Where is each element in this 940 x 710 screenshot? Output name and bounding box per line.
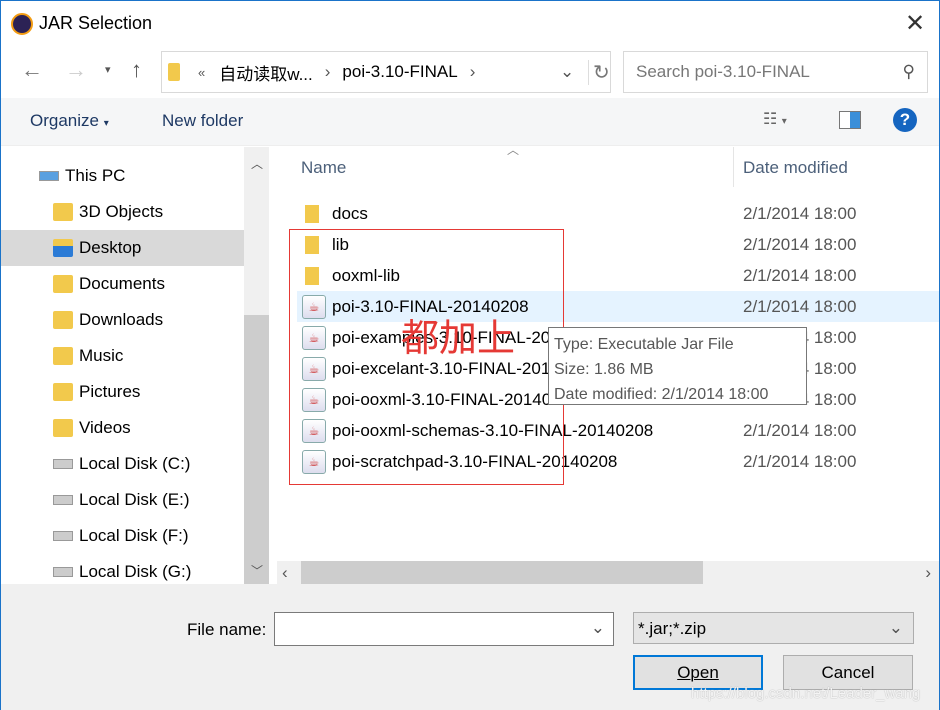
sidebar-item[interactable]: Local Disk (F:) [1, 518, 244, 554]
sidebar-item-label: Music [79, 346, 124, 365]
search-input[interactable]: Search poi-3.10-FINAL ⚲ [623, 51, 928, 93]
sidebar-item-label: Videos [79, 418, 131, 437]
pc-icon [39, 171, 59, 181]
up-button[interactable]: ↑ [131, 57, 142, 83]
sidebar-item[interactable]: Documents [1, 266, 244, 302]
new-folder-button[interactable]: New folder [162, 111, 243, 131]
sidebar-item-label: Local Disk (E:) [79, 490, 190, 509]
forward-button[interactable]: → [65, 57, 87, 83]
overflow-crumb[interactable]: « [198, 65, 205, 80]
watermark: https://blog.csdn.net/Leader_wang [691, 685, 921, 702]
column-header-name[interactable]: Name [301, 158, 346, 178]
sidebar-item-label: Pictures [79, 382, 141, 401]
disk-icon [53, 459, 73, 469]
file-date: 2/1/2014 18:00 [743, 203, 857, 223]
folder-icon [53, 203, 73, 221]
file-date: 2/1/2014 18:00 [743, 265, 857, 285]
folder-icon [53, 311, 73, 329]
file-tooltip: Type: Executable Jar File Size: 1.86 MB Da… [548, 327, 807, 405]
window-title: JAR Selection [39, 13, 153, 33]
organize-button[interactable]: Organize ▾ [30, 111, 109, 131]
chevron-right-icon[interactable]: › [325, 62, 331, 82]
scrollbar-thumb[interactable] [301, 561, 703, 584]
file-date: 2/1/2014 18:00 [743, 234, 857, 254]
sidebar-item[interactable]: Local Disk (C:) [1, 446, 244, 482]
close-button[interactable]: ✕ [905, 9, 925, 38]
sidebar-item-label: Local Disk (G:) [79, 562, 192, 581]
file-row[interactable]: docs 2/1/2014 18:00 [297, 198, 939, 229]
recent-dropdown[interactable]: ▾ [105, 63, 111, 76]
back-button[interactable]: ← [21, 57, 43, 83]
help-icon[interactable]: ? [893, 108, 917, 132]
chevron-down-icon: ⌄ [590, 618, 605, 637]
chevron-right-icon[interactable]: › [470, 62, 476, 82]
file-name: docs [332, 203, 368, 223]
sidebar-item-label: Downloads [79, 310, 164, 329]
annotation-text: 都加上 [401, 316, 516, 360]
breadcrumb-current[interactable]: poi-3.10-FINAL [342, 62, 457, 82]
sidebar-item[interactable]: Downloads [1, 302, 244, 338]
file-date: 2/1/2014 18:00 [743, 451, 857, 471]
preview-pane-icon[interactable] [839, 111, 861, 129]
column-header-date[interactable]: Date modified [743, 158, 848, 178]
sidebar-item[interactable]: This PC [1, 158, 244, 194]
address-dropdown-icon[interactable]: ⌄ [560, 62, 574, 82]
search-icon: ⚲ [902, 62, 915, 81]
file-date: 2/1/2014 18:00 [743, 420, 857, 440]
sidebar-item-label: Local Disk (C:) [79, 454, 191, 473]
folder-icon [53, 383, 73, 401]
chevron-down-icon: ⌄ [888, 618, 903, 637]
sidebar-item-label: Documents [79, 274, 165, 293]
sidebar-item[interactable]: Videos [1, 410, 244, 446]
app-icon [11, 13, 33, 35]
disk-icon [53, 531, 73, 541]
folder-icon [305, 204, 319, 223]
sidebar-item-label: This PC [65, 166, 126, 185]
desktop-icon [53, 239, 73, 257]
address-bar[interactable]: « 自动读取w... › poi-3.10-FINAL › ⌄ ↻ [161, 51, 611, 93]
file-date: 2/1/2014 18:00 [743, 296, 857, 316]
sidebar-item-label: Local Disk (F:) [79, 526, 189, 545]
sidebar-scrollbar[interactable]: ︿ ﹀ [244, 147, 269, 655]
folder-icon [53, 275, 73, 293]
sidebar-item[interactable]: Music [1, 338, 244, 374]
sidebar-item[interactable]: Local Disk (G:) [1, 554, 244, 584]
horizontal-scrollbar[interactable]: ‹ › [277, 561, 939, 584]
folder-icon [53, 419, 73, 437]
toolbar [1, 98, 939, 146]
refresh-icon[interactable]: ↻ [588, 59, 610, 85]
file-name-input[interactable]: ⌄ [274, 612, 614, 646]
sidebar-item[interactable]: 3D Objects [1, 194, 244, 230]
sidebar-item-label: 3D Objects [79, 202, 164, 221]
file-name-label: File name: [187, 620, 267, 639]
disk-icon [53, 495, 73, 505]
sidebar-item-label: Desktop [79, 238, 142, 257]
file-type-select[interactable]: *.jar;*.zip ⌄ [633, 612, 914, 644]
sort-indicator-icon: ︿ [507, 143, 520, 157]
folder-icon [53, 347, 73, 365]
folder-icon [168, 63, 180, 81]
view-options-icon[interactable]: ☷ ▾ [763, 109, 787, 129]
sidebar-item[interactable]: Desktop [1, 230, 244, 266]
navigation-pane: This PC 3D Objects Desktop Documents Downloa… [1, 147, 244, 584]
disk-icon [53, 567, 73, 577]
sidebar-item[interactable]: Local Disk (E:) [1, 482, 244, 518]
breadcrumb-parent[interactable]: 自动读取w... [219, 60, 313, 85]
sidebar-item[interactable]: Pictures [1, 374, 244, 410]
